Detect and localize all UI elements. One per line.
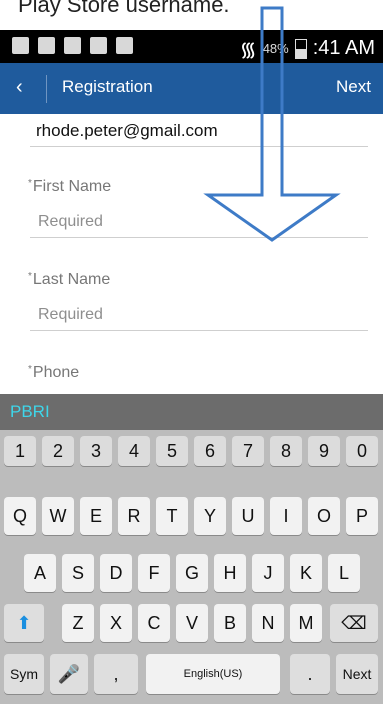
gallery-notification-icon xyxy=(12,37,29,54)
key-o[interactable]: O xyxy=(308,497,340,535)
onscreen-keyboard: PBRI 1 2 3 4 5 6 7 8 9 0 Q W E R T Y U I… xyxy=(0,394,383,704)
key-k[interactable]: K xyxy=(290,554,322,592)
appbar-divider xyxy=(46,75,47,103)
email-field[interactable]: rhode.peter@gmail.com xyxy=(36,121,218,141)
key-v[interactable]: V xyxy=(176,604,208,642)
phone-label: *Phone xyxy=(28,364,79,382)
key-f[interactable]: F xyxy=(138,554,170,592)
battery-icon xyxy=(294,38,307,59)
comma-key[interactable]: , xyxy=(94,654,138,694)
space-key-label: English(US) xyxy=(183,668,243,680)
key-t[interactable]: T xyxy=(156,497,188,535)
key-a[interactable]: A xyxy=(24,554,56,592)
key-5[interactable]: 5 xyxy=(156,436,188,466)
key-q[interactable]: Q xyxy=(4,497,36,535)
key-8[interactable]: 8 xyxy=(270,436,302,466)
key-n[interactable]: N xyxy=(252,604,284,642)
key-w[interactable]: W xyxy=(42,497,74,535)
space-key[interactable]: English(US) xyxy=(146,654,280,694)
caption-text: Play Store username. xyxy=(18,0,230,17)
page-title: Registration xyxy=(62,77,153,96)
required-mark: * xyxy=(28,178,32,189)
first-name-input[interactable]: Required xyxy=(38,213,103,231)
key-4[interactable]: 4 xyxy=(118,436,150,466)
key-2[interactable]: 2 xyxy=(42,436,74,466)
suggestion-bar: PBRI xyxy=(0,394,383,430)
last-name-input[interactable]: Required xyxy=(38,306,103,324)
key-c[interactable]: C xyxy=(138,604,170,642)
key-b[interactable]: B xyxy=(214,604,246,642)
shift-key-icon[interactable]: ⬆ xyxy=(4,604,44,642)
picture-notification-icon xyxy=(90,37,107,54)
backspace-key-icon[interactable]: ⌫ xyxy=(330,604,378,642)
required-mark: * xyxy=(28,271,32,282)
key-x[interactable]: X xyxy=(100,604,132,642)
last-name-underline xyxy=(30,330,368,331)
next-button[interactable]: Next xyxy=(336,77,371,97)
last-name-label: *Last Name xyxy=(28,271,110,289)
key-p[interactable]: P xyxy=(346,497,378,535)
instruction-caption: Play Store username. xyxy=(0,0,383,30)
key-1[interactable]: 1 xyxy=(4,436,36,466)
first-name-underline xyxy=(30,237,368,238)
period-key[interactable]: . xyxy=(290,654,330,694)
key-u[interactable]: U xyxy=(232,497,264,535)
key-r[interactable]: R xyxy=(118,497,150,535)
key-9[interactable]: 9 xyxy=(308,436,340,466)
key-s[interactable]: S xyxy=(62,554,94,592)
first-name-label-text: First Name xyxy=(32,178,112,195)
notification-icons xyxy=(12,37,133,54)
microphone-key-icon[interactable]: 🎤 xyxy=(50,654,88,694)
first-name-label: *First Name xyxy=(28,178,111,196)
app-bar: ‹ Registration Next xyxy=(0,63,383,114)
next-key[interactable]: Next xyxy=(336,654,378,694)
keyboard-notification-icon xyxy=(38,37,55,54)
key-g[interactable]: G xyxy=(176,554,208,592)
required-mark: * xyxy=(28,364,32,375)
key-m[interactable]: M xyxy=(290,604,322,642)
back-chevron-icon[interactable]: ‹ xyxy=(16,76,23,99)
last-name-label-text: Last Name xyxy=(32,271,111,288)
phone-label-text: Phone xyxy=(32,364,80,381)
key-7[interactable]: 7 xyxy=(232,436,264,466)
key-z[interactable]: Z xyxy=(62,604,94,642)
sym-key[interactable]: Sym xyxy=(4,654,44,694)
key-h[interactable]: H xyxy=(214,554,246,592)
clock: :41 AM xyxy=(312,37,375,59)
app-notification-icon xyxy=(64,37,81,54)
key-0[interactable]: 0 xyxy=(346,436,378,466)
battery-percent: 48% xyxy=(262,41,289,56)
key-l[interactable]: L xyxy=(328,554,360,592)
key-3[interactable]: 3 xyxy=(80,436,112,466)
key-y[interactable]: Y xyxy=(194,497,226,535)
status-bar: ᯾ 48% :41 AM xyxy=(0,30,383,63)
key-j[interactable]: J xyxy=(252,554,284,592)
wifi-icon: ᯾ xyxy=(239,39,257,61)
key-d[interactable]: D xyxy=(100,554,132,592)
key-6[interactable]: 6 xyxy=(194,436,226,466)
email-underline xyxy=(30,146,368,147)
status-right: ᯾ 48% :41 AM xyxy=(240,35,375,62)
key-e[interactable]: E xyxy=(80,497,112,535)
suggestion-word[interactable]: PBRI xyxy=(10,402,50,422)
registration-form: rhode.peter@gmail.com *First Name Requir… xyxy=(0,114,383,394)
key-i[interactable]: I xyxy=(270,497,302,535)
lock-notification-icon xyxy=(116,37,133,54)
